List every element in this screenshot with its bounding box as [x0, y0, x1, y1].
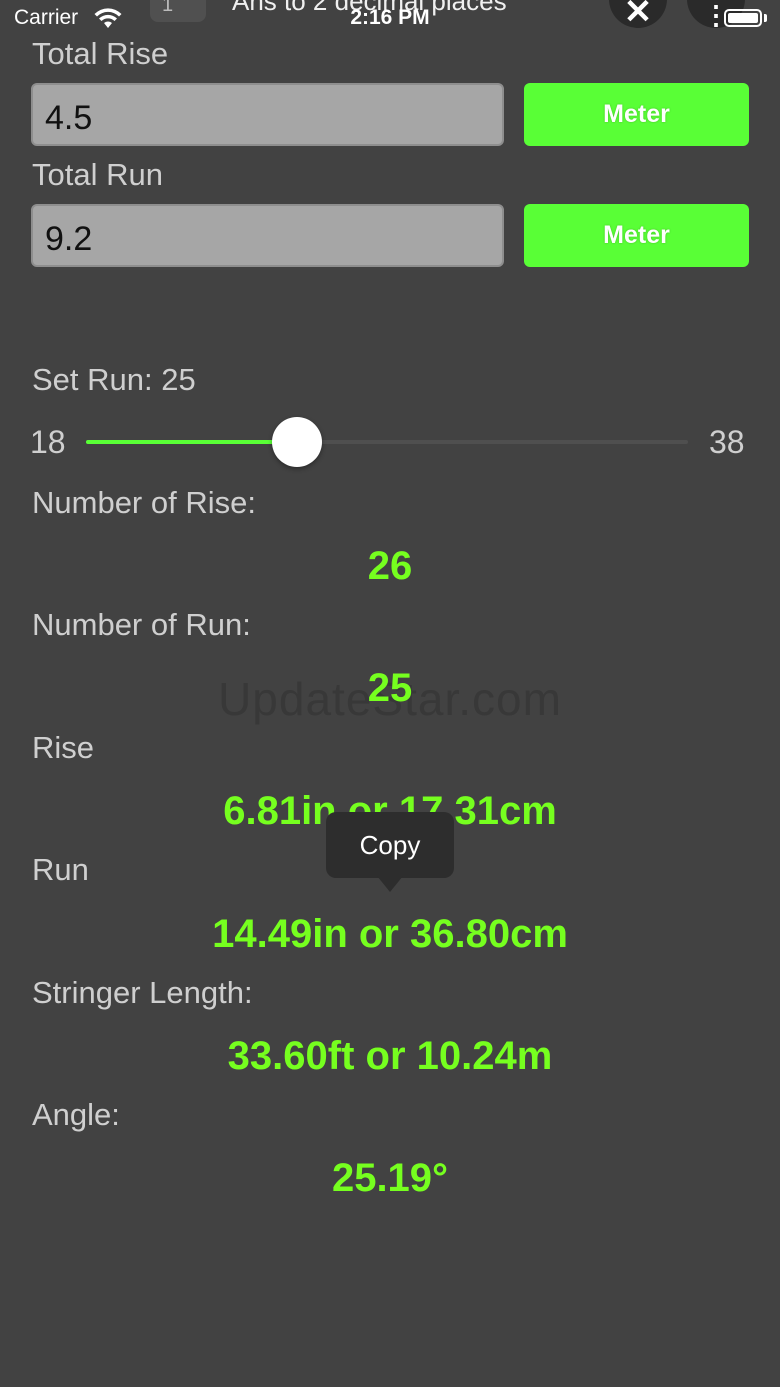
copy-tooltip-tail [377, 876, 403, 892]
set-run-label: Set Run: 25 [32, 362, 196, 397]
total-rise-unit-button[interactable]: Meter [524, 83, 749, 146]
number-of-rise-label: Number of Rise: [32, 485, 256, 520]
status-time: 2:16 PM [350, 6, 430, 29]
total-run-input[interactable]: 9.2 [31, 204, 504, 267]
angle-label: Angle: [32, 1097, 120, 1132]
rise-label: Rise [32, 730, 95, 765]
run-value[interactable]: 14.49in or 36.80cm [0, 912, 780, 957]
slider-thumb[interactable] [271, 417, 322, 467]
slider-max-label: 38 [709, 424, 745, 460]
stringer-length-value[interactable]: 33.60ft or 10.24m [0, 1034, 780, 1079]
copy-menu-item[interactable]: Copy [326, 812, 454, 878]
number-of-run-value: 25 [367, 666, 413, 710]
total-rise-input[interactable]: 4.5 [31, 83, 504, 146]
stringer-length-label: Stringer Length: [32, 975, 253, 1010]
angle-value[interactable]: 25.19° [0, 1156, 780, 1201]
slider-track-fill [86, 440, 297, 444]
run-label: Run [32, 852, 89, 887]
number-of-run-label: Number of Run: [32, 607, 251, 642]
battery-icon [724, 9, 762, 27]
battery-tip [764, 14, 767, 22]
total-run-label: Total Run [32, 157, 163, 192]
total-rise-label: Total Rise [32, 36, 169, 71]
slider-min-label: 18 [30, 424, 66, 460]
total-run-unit-button[interactable]: Meter [524, 204, 749, 267]
number-of-rise-value: 26 [367, 544, 413, 588]
